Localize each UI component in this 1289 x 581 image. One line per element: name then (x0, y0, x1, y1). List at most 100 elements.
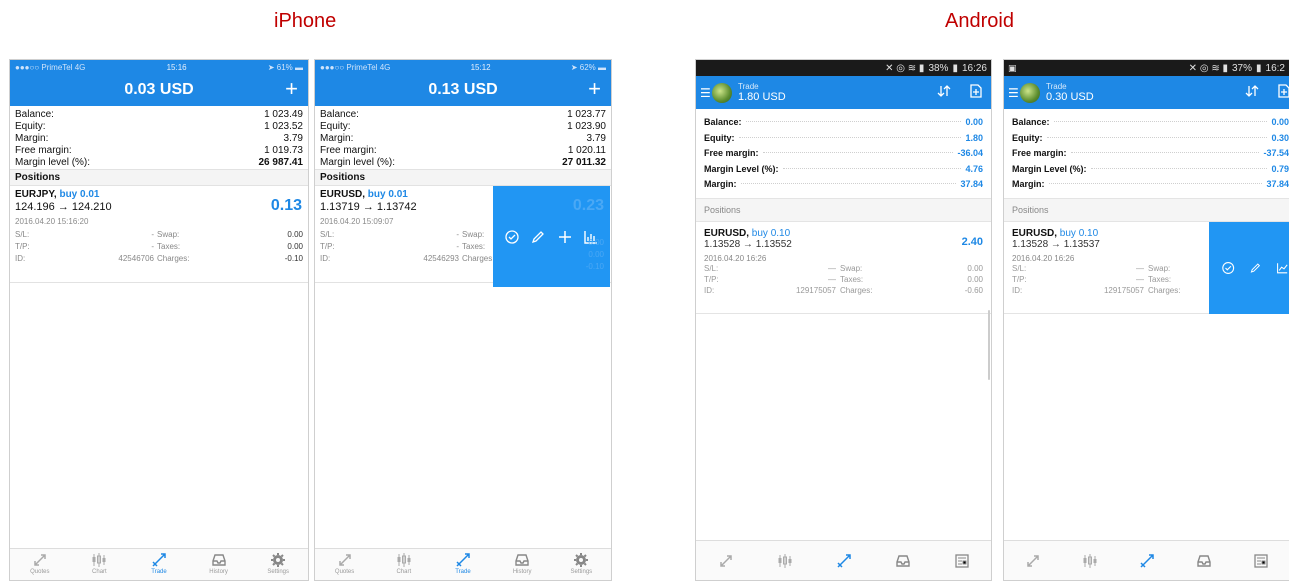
candlestick-icon[interactable] (777, 553, 793, 569)
battery-percent: 61% (276, 62, 293, 72)
battery-indicator: ➤ 61% ▬ (268, 63, 303, 72)
inbox-icon[interactable] (895, 553, 911, 569)
header-actions (1245, 84, 1289, 98)
carrier-label: ●●●○○ PrimeTel 4G (320, 62, 391, 72)
new-order-icon[interactable] (1277, 84, 1289, 98)
position-swipe-actions: 0.23 0.00 0.00 -0.10 (493, 186, 610, 287)
account-label: Balance: (1012, 117, 1050, 127)
status-time: 15:12 (470, 62, 491, 72)
battery-indicator: ➤ 62% ▬ (571, 63, 606, 72)
tab-chart[interactable]: Chart (71, 552, 127, 575)
scrollbar[interactable] (988, 310, 990, 380)
tab-trade[interactable]: Trade (131, 552, 187, 575)
add-order-button[interactable]: + (285, 76, 298, 102)
account-label: Equity: (15, 121, 46, 132)
account-row: Margin level (%): 27 011.32 (320, 157, 606, 169)
tab-quotes[interactable]: Quotes (12, 552, 68, 575)
header-profit: 1.80 USD (738, 91, 786, 103)
account-value: 1 019.73 (264, 145, 303, 156)
android-title: Android (945, 10, 1014, 32)
carrier-label: ●●●○○ PrimeTel 4G (15, 62, 86, 72)
tab-history[interactable]: History (191, 552, 247, 575)
account-value: 3.79 (586, 133, 606, 144)
menu-icon[interactable]: ☰ (1008, 86, 1019, 100)
gear-icon (574, 553, 589, 567)
position-row[interactable]: EURUSD, buy 0.10 1.13528 → 1.13552 2.40 … (696, 222, 991, 314)
line-chart-icon[interactable] (1276, 260, 1289, 276)
menu-icon[interactable]: ☰ (700, 86, 711, 100)
account-summary: Balance: 0.00 Equity: 0.30 Free margin: -37… (1004, 109, 1289, 195)
battery-percent: 38% (928, 62, 949, 74)
inbox-icon[interactable] (1196, 553, 1212, 569)
account-label: Free margin: (320, 145, 377, 156)
add-plus-icon[interactable] (557, 229, 573, 245)
sort-icon[interactable] (937, 84, 951, 98)
position-side: buy 0.10 (751, 227, 791, 239)
tab-settings[interactable]: Settings (250, 552, 306, 575)
iphone-screen-1: ●●●○○ PrimeTel 4G 15:16 ➤ 61% ▬ 0.03 USD… (9, 59, 309, 581)
account-value: -37.54 (1263, 148, 1289, 158)
new-order-icon[interactable] (969, 84, 983, 98)
account-label: Margin Level (%): (1012, 163, 1087, 174)
news-icon[interactable] (954, 553, 970, 569)
position-side: buy 0.01 (367, 189, 408, 200)
tab-chart[interactable]: Chart (376, 552, 432, 575)
account-row: Balance: 1 023.77 (320, 109, 606, 121)
quotes-icon[interactable] (1025, 553, 1041, 569)
id-label: ID: (320, 254, 331, 263)
candlestick-icon[interactable] (1082, 553, 1098, 569)
header-actions (937, 84, 983, 98)
app-logo (712, 82, 732, 103)
header-profit: 0.30 USD (1046, 91, 1094, 103)
tab-history[interactable]: History (494, 552, 550, 575)
battery-percent: 37% (1232, 62, 1253, 74)
account-value: 0.30 (1271, 132, 1289, 143)
account-label: Margin: (15, 133, 49, 144)
tab-settings[interactable]: Settings (553, 552, 609, 575)
sl-value: - (151, 230, 154, 239)
close-position-icon[interactable] (1221, 259, 1235, 277)
status-bar: ●●●○○ PrimeTel 4G 15:12 ➤ 62% ▬ (315, 60, 611, 74)
account-value: 1.80 (965, 132, 983, 143)
charges-label: Charges: (840, 285, 873, 295)
edit-pencil-icon[interactable] (1249, 260, 1262, 276)
charges-value: -0.10 (284, 254, 303, 263)
position-row[interactable]: EURUSD, buy 0.01 1.13719 → 1.13742 2016.… (315, 186, 611, 287)
sl-value: — (1136, 263, 1144, 273)
account-row: Balance: 0.00 (704, 115, 983, 131)
battery-percent: 62% (579, 62, 596, 72)
tab-label: Trade (151, 569, 167, 575)
tp-label: T/P: (704, 274, 719, 284)
sort-icon[interactable] (1245, 84, 1259, 98)
tab-label: Quotes (30, 569, 50, 575)
close-position-icon[interactable] (504, 229, 520, 245)
trade-icon[interactable] (836, 553, 852, 569)
swap-label: Swap: (1148, 263, 1171, 273)
quotes-icon[interactable] (718, 553, 734, 569)
edit-pencil-icon[interactable] (530, 229, 546, 245)
tab-trade[interactable]: Trade (435, 552, 491, 575)
account-label: Equity: (1012, 132, 1043, 143)
news-icon[interactable] (1253, 553, 1269, 569)
taxes-label: Taxes: (840, 274, 864, 284)
account-row: Free margin: -36.04 (704, 146, 983, 162)
account-label: Margin: (1012, 179, 1045, 189)
tab-quotes[interactable]: Quotes (317, 552, 373, 575)
account-label: Margin Level (%): (704, 163, 779, 174)
position-side: buy 0.01 (59, 189, 100, 200)
signal-icons: ✕ ◎ ≋ ▮ (885, 62, 925, 74)
add-order-button[interactable]: + (588, 76, 601, 102)
account-row: Margin Level (%): 4.76 (704, 162, 983, 178)
trade-icon[interactable] (1139, 553, 1155, 569)
id-label: ID: (1012, 285, 1023, 295)
android-screen-1: ✕ ◎ ≋ ▮ 38% ▮ 16:26 ☰ Trade 1.80 USD Bal… (695, 59, 992, 581)
header-title: Trade 0.30 USD (1046, 82, 1094, 103)
charges-label: Charges: (157, 254, 190, 263)
account-value: -36.04 (957, 148, 983, 158)
tab-label: History (512, 569, 532, 575)
position-row[interactable]: EURUSD, buy 0.10 1.13528 → 1.13537 2016.… (1004, 221, 1289, 314)
iphone-title: iPhone (274, 10, 337, 32)
signal-icons: ✕ ◎ ≋ ▮ (1188, 62, 1228, 74)
tp-value: — (1136, 274, 1144, 284)
position-row[interactable]: EURJPY, buy 0.01 124.196 → 124.210 0.13 … (10, 186, 308, 283)
